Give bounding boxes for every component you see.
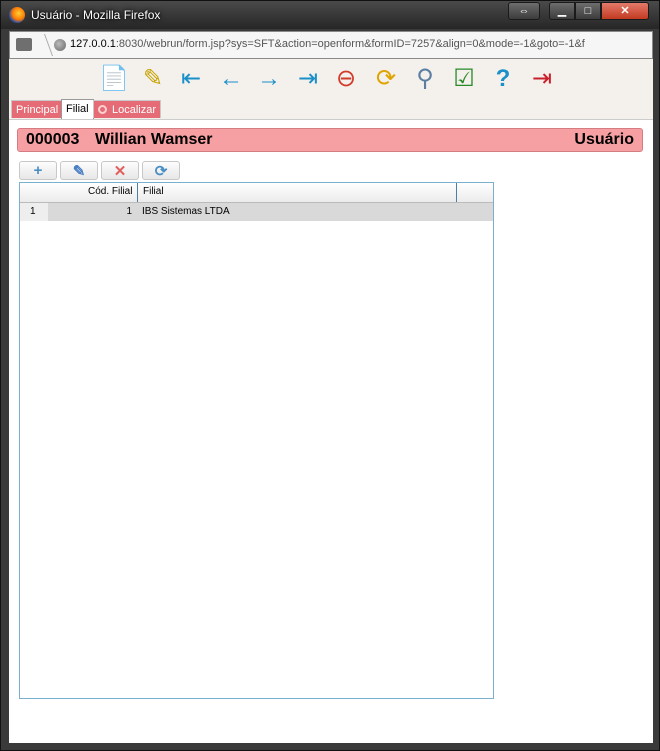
column-divider <box>137 183 138 202</box>
column-cod-filial[interactable]: Cód. Filial <box>88 186 132 197</box>
edit-record-icon[interactable]: ✎ <box>138 63 168 95</box>
firefox-icon <box>9 7 25 23</box>
tab-principal[interactable]: Principal <box>11 100 64 118</box>
grid-refresh-button[interactable]: ⟳ <box>142 161 180 180</box>
tab-strip: Principal Filial Localizar <box>9 99 653 120</box>
form-toolbar: 📄 ✎ ⇤ ← → ⇥ ⊖ ⟳ ⚲ ☑ ? ⇥ <box>9 59 653 99</box>
delete-record-icon[interactable]: ⊖ <box>331 63 361 95</box>
next-record-icon[interactable]: → <box>254 63 284 95</box>
address-separator <box>33 34 54 56</box>
record-name: Willian Wamser <box>95 131 213 148</box>
help-icon[interactable]: ? <box>488 63 518 95</box>
browser-window: Usuário - Mozilla Firefox ⇔ ▁ □ ✕ 127.0.… <box>0 0 660 751</box>
window-title: Usuário - Mozilla Firefox <box>31 8 161 22</box>
entity-title: Usuário <box>574 131 634 148</box>
minimize-button[interactable]: ▁ <box>549 2 575 20</box>
exit-icon[interactable]: ⇥ <box>527 63 557 95</box>
column-filial[interactable]: Filial <box>143 186 164 197</box>
address-bar[interactable]: 127.0.0.1:8030/webrun/form.jsp?sys=SFT&a… <box>9 31 653 59</box>
globe-icon <box>54 39 66 51</box>
table-row[interactable]: 1 1 IBS Sistemas LTDA <box>20 203 493 221</box>
tab-filial[interactable]: Filial <box>61 99 94 119</box>
grid-add-button[interactable]: + <box>19 161 57 180</box>
last-record-icon[interactable]: ⇥ <box>293 63 323 95</box>
new-record-icon[interactable]: 📄 <box>99 63 129 95</box>
tab-localizar[interactable]: Localizar <box>93 100 162 118</box>
grid-edit-button[interactable]: ✎ <box>60 161 98 180</box>
first-record-icon[interactable]: ⇤ <box>176 63 206 95</box>
url-text[interactable]: 127.0.0.1:8030/webrun/form.jsp?sys=SFT&a… <box>70 38 650 50</box>
search-icon[interactable]: ⚲ <box>410 63 440 95</box>
cell-cod-filial: 1 <box>126 206 132 217</box>
previous-record-icon[interactable]: ← <box>216 63 246 95</box>
record-header: 000003 Willian Wamser Usuário <box>17 128 643 152</box>
magnifier-icon <box>98 105 107 114</box>
column-divider <box>456 183 457 202</box>
grid-delete-button[interactable]: ✕ <box>101 161 139 180</box>
cell-filial: IBS Sistemas LTDA <box>142 206 230 217</box>
page-icon <box>16 38 32 51</box>
title-bar: Usuário - Mozilla Firefox ⇔ ▁ □ ✕ <box>1 1 659 29</box>
url-host: 127.0.0.1 <box>70 38 116 50</box>
maximize-button[interactable]: □ <box>575 2 601 20</box>
close-window-button[interactable]: ✕ <box>601 2 649 20</box>
url-path: :8030/webrun/form.jsp?sys=SFT&action=ope… <box>115 38 585 50</box>
grid-header: Cód. Filial Filial <box>20 183 493 203</box>
row-number: 1 <box>20 203 48 221</box>
resize-button[interactable]: ⇔ <box>508 2 540 20</box>
report-icon[interactable]: ☑ <box>449 63 479 95</box>
refresh-icon[interactable]: ⟳ <box>371 63 401 95</box>
filial-grid: Cód. Filial Filial 1 1 IBS Sistemas LTDA <box>19 182 494 699</box>
record-code: 000003 <box>26 131 80 148</box>
page-content: 📄 ✎ ⇤ ← → ⇥ ⊖ ⟳ ⚲ ☑ ? ⇥ Principal Filial… <box>9 59 653 743</box>
tab-localizar-label: Localizar <box>112 104 157 116</box>
